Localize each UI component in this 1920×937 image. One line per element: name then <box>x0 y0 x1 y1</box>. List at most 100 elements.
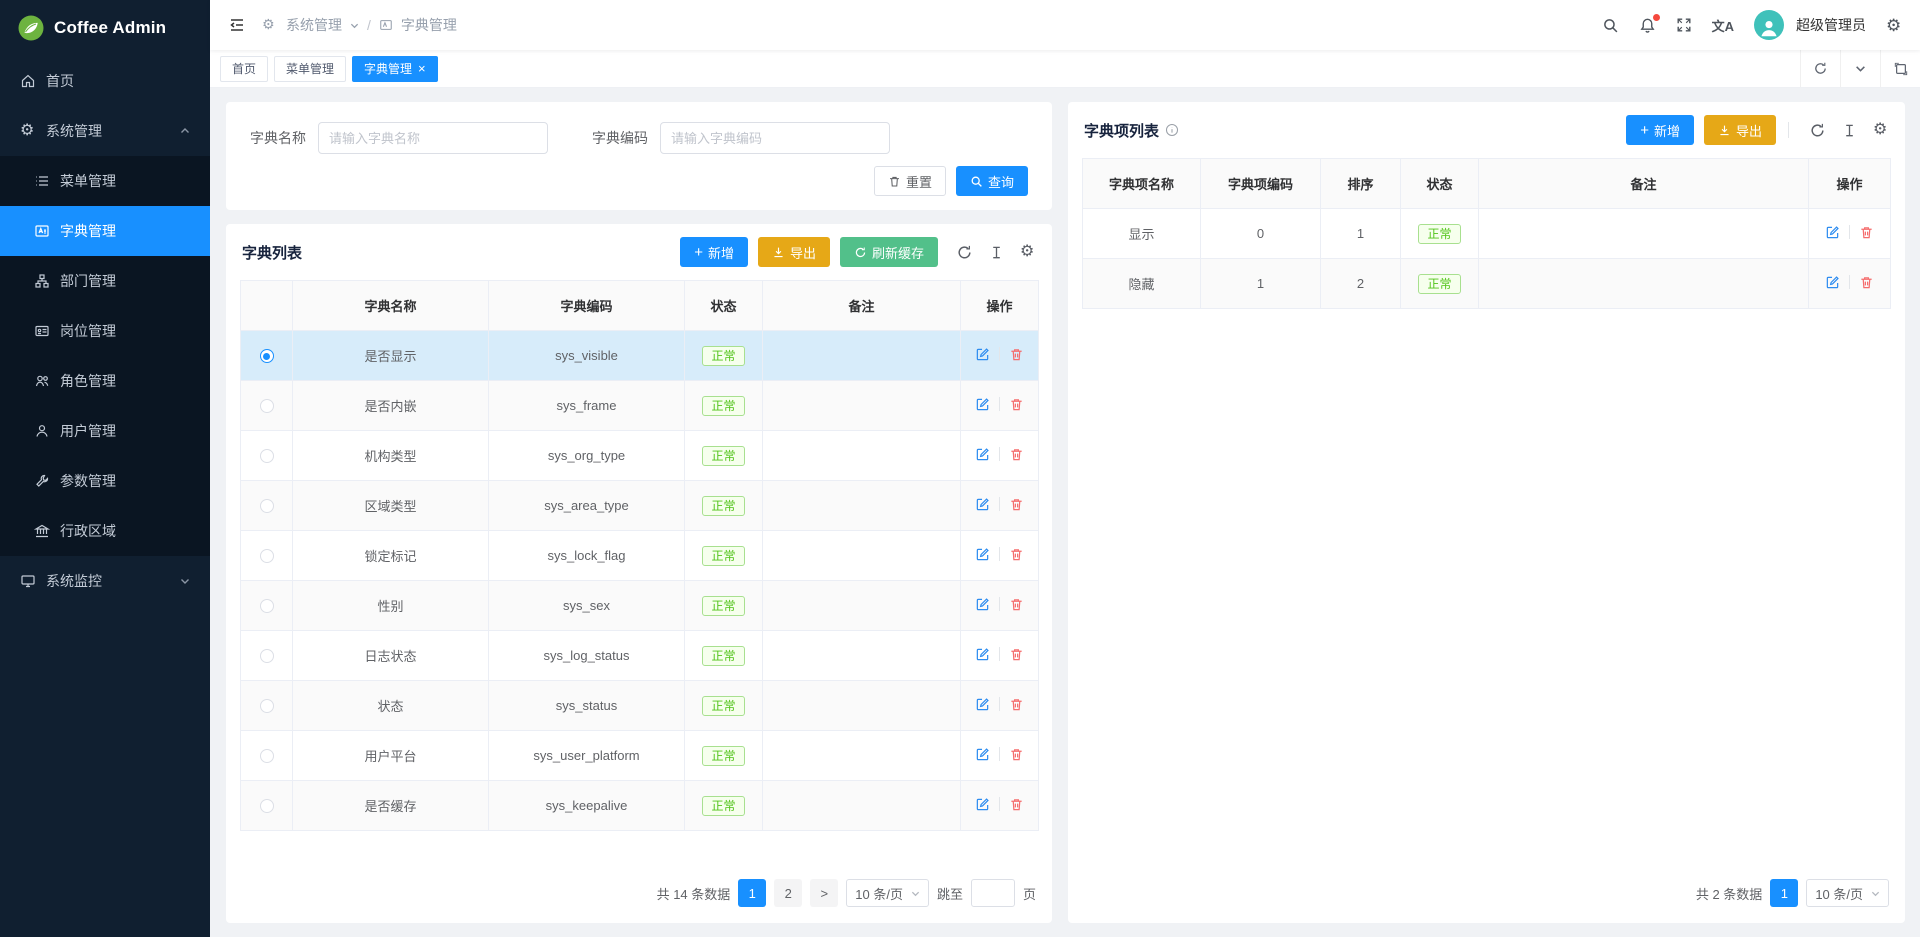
row-radio[interactable] <box>260 599 274 613</box>
collapse-sidebar-icon[interactable] <box>228 16 246 34</box>
row-radio[interactable] <box>260 699 274 713</box>
next-page-button[interactable]: > <box>810 879 838 907</box>
add-dict-button[interactable]: + 新增 <box>680 237 748 267</box>
delete-icon[interactable] <box>1009 647 1024 662</box>
delete-icon[interactable] <box>1009 347 1024 362</box>
top-navbar: ⚙ 系统管理 / 字典管理 文A 超级管理员 ⚙ <box>210 0 1920 50</box>
dict-table-row[interactable]: 机构类型 sys_org_type 正常 <box>241 431 1039 481</box>
table-settings-gear-icon[interactable]: ⚙ <box>1873 122 1889 138</box>
notification-bell-icon[interactable] <box>1639 17 1656 34</box>
sidebar-item-user-mgmt[interactable]: 用户管理 <box>0 406 210 456</box>
sidebar-item-monitor[interactable]: 系统监控 <box>0 556 210 606</box>
tab-menu-mgmt[interactable]: 菜单管理 <box>274 56 346 82</box>
table-settings-gear-icon[interactable]: ⚙ <box>1020 244 1036 260</box>
delete-icon[interactable] <box>1009 797 1024 812</box>
query-button[interactable]: 查询 <box>956 166 1028 196</box>
edit-icon[interactable] <box>975 647 990 662</box>
refresh-page-icon[interactable] <box>1800 50 1840 87</box>
edit-icon[interactable] <box>975 547 990 562</box>
row-radio[interactable] <box>260 349 274 363</box>
dict-table-row[interactable]: 状态 sys_status 正常 <box>241 681 1039 731</box>
translate-icon[interactable]: 文A <box>1712 16 1734 35</box>
add-dict-item-button[interactable]: + 新增 <box>1626 115 1694 145</box>
dict-item-row[interactable]: 显示 0 1 正常 <box>1083 209 1891 259</box>
dict-table-row[interactable]: 锁定标记 sys_lock_flag 正常 <box>241 531 1039 581</box>
sidebar-item-param-mgmt[interactable]: 参数管理 <box>0 456 210 506</box>
delete-icon[interactable] <box>1009 697 1024 712</box>
row-height-icon[interactable] <box>989 245 1004 260</box>
page-size-select[interactable]: 10 条/页 <box>1806 879 1889 907</box>
dict-table-row[interactable]: 是否内嵌 sys_frame 正常 <box>241 381 1039 431</box>
dict-name-input[interactable] <box>318 122 548 154</box>
refresh-cache-button[interactable]: 刷新缓存 <box>840 237 938 267</box>
edit-icon[interactable] <box>975 447 990 462</box>
edit-icon[interactable] <box>975 397 990 412</box>
dict-table-row[interactable]: 日志状态 sys_log_status 正常 <box>241 631 1039 681</box>
delete-icon[interactable] <box>1009 747 1024 762</box>
page-button-2[interactable]: 2 <box>774 879 802 907</box>
tab-dict-mgmt[interactable]: 字典管理 × <box>352 56 438 82</box>
settings-gear-icon[interactable]: ⚙ <box>1886 17 1902 33</box>
page-button-1[interactable]: 1 <box>1770 879 1798 907</box>
sidebar-item-role-mgmt[interactable]: 角色管理 <box>0 356 210 406</box>
edit-icon[interactable] <box>975 797 990 812</box>
row-radio[interactable] <box>260 549 274 563</box>
sidebar-item-dict-mgmt[interactable]: 字典管理 <box>0 206 210 256</box>
page-size-select[interactable]: 10 条/页 <box>846 879 929 907</box>
delete-icon[interactable] <box>1009 397 1024 412</box>
search-icon[interactable] <box>1602 17 1619 34</box>
export-dict-button[interactable]: 导出 <box>758 237 830 267</box>
delete-icon[interactable] <box>1009 547 1024 562</box>
item-sort-cell: 1 <box>1321 209 1401 259</box>
sidebar-item-post-mgmt[interactable]: 岗位管理 <box>0 306 210 356</box>
edit-icon[interactable] <box>975 597 990 612</box>
row-radio[interactable] <box>260 799 274 813</box>
sidebar-item-label: 首页 <box>46 71 74 91</box>
dict-table-row[interactable]: 是否缓存 sys_keepalive 正常 <box>241 781 1039 831</box>
breadcrumb-level1[interactable]: 系统管理 <box>286 15 342 35</box>
dict-table-row[interactable]: 区域类型 sys_area_type 正常 <box>241 481 1039 531</box>
delete-icon[interactable] <box>1859 225 1874 240</box>
tab-menu-chevron-icon[interactable] <box>1840 50 1880 87</box>
fullscreen-icon[interactable] <box>1676 17 1692 33</box>
row-radio[interactable] <box>260 399 274 413</box>
row-radio[interactable] <box>260 649 274 663</box>
dict-code-input[interactable] <box>660 122 890 154</box>
row-radio[interactable] <box>260 499 274 513</box>
dict-table-row[interactable]: 用户平台 sys_user_platform 正常 <box>241 731 1039 781</box>
delete-icon[interactable] <box>1859 275 1874 290</box>
export-dict-item-button[interactable]: 导出 <box>1704 115 1776 145</box>
sidebar-item-label: 系统监控 <box>46 571 102 591</box>
dict-table-row[interactable]: 性别 sys_sex 正常 <box>241 581 1039 631</box>
sidebar-item-menu-mgmt[interactable]: 菜单管理 <box>0 156 210 206</box>
current-username[interactable]: 超级管理员 <box>1796 15 1866 35</box>
page-button-1[interactable]: 1 <box>738 879 766 907</box>
edit-icon[interactable] <box>1825 275 1840 290</box>
edit-icon[interactable] <box>975 497 990 512</box>
edit-icon[interactable] <box>975 697 990 712</box>
delete-icon[interactable] <box>1009 497 1024 512</box>
avatar[interactable] <box>1754 10 1784 40</box>
edit-icon[interactable] <box>975 347 990 362</box>
edit-icon[interactable] <box>975 747 990 762</box>
sidebar-item-home[interactable]: 首页 <box>0 56 210 106</box>
edit-icon[interactable] <box>1825 225 1840 240</box>
row-radio[interactable] <box>260 749 274 763</box>
delete-icon[interactable] <box>1009 597 1024 612</box>
sidebar-item-system[interactable]: ⚙ 系统管理 <box>0 106 210 156</box>
delete-icon[interactable] <box>1009 447 1024 462</box>
row-height-icon[interactable] <box>1842 123 1857 138</box>
monitor-icon <box>20 573 36 589</box>
tab-home[interactable]: 首页 <box>220 56 268 82</box>
maximize-content-icon[interactable] <box>1880 50 1920 87</box>
row-radio[interactable] <box>260 449 274 463</box>
reset-button[interactable]: 重置 <box>874 166 946 196</box>
sidebar-item-dept-mgmt[interactable]: 部门管理 <box>0 256 210 306</box>
jump-page-input[interactable] <box>971 879 1015 907</box>
refresh-table-icon[interactable] <box>956 244 973 261</box>
dict-item-row[interactable]: 隐藏 1 2 正常 <box>1083 259 1891 309</box>
sidebar-item-region-mgmt[interactable]: 行政区域 <box>0 506 210 556</box>
close-tab-icon[interactable]: × <box>418 62 426 75</box>
refresh-table-icon[interactable] <box>1809 122 1826 139</box>
dict-table-row[interactable]: 是否显示 sys_visible 正常 <box>241 331 1039 381</box>
